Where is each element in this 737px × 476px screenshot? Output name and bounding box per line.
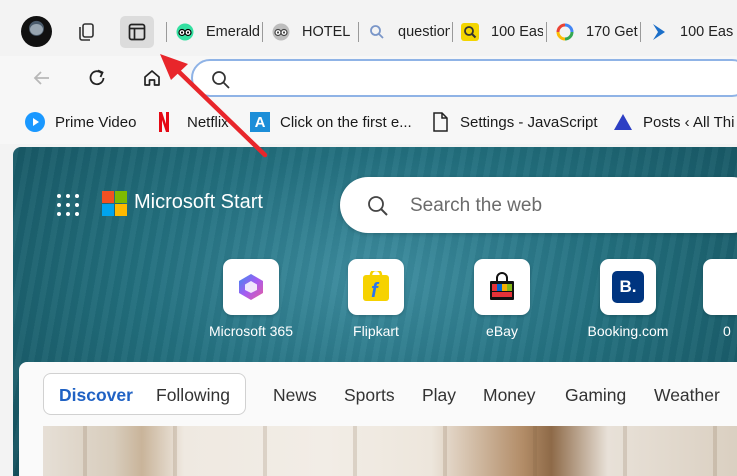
home-icon	[144, 70, 160, 86]
triangle-logo-icon	[613, 112, 633, 132]
microsoft-365-icon	[223, 259, 279, 315]
favorite-label: Posts ‹ All Thi	[643, 113, 735, 131]
flipkart-icon: f	[348, 259, 404, 315]
search-icon	[212, 71, 230, 89]
tab-1[interactable]: HOTEL	[272, 18, 356, 46]
document-icon	[430, 112, 450, 132]
ebay-bag-icon	[474, 259, 530, 315]
favorite-label: Prime Video	[55, 113, 137, 131]
tab-title: Emerald	[206, 24, 260, 40]
quick-link-label: Flipkart	[353, 323, 399, 339]
yellow-search-icon	[461, 23, 479, 41]
quick-link-label: Booking.com	[587, 323, 669, 339]
search-placeholder: Search the web	[410, 195, 543, 216]
tab-separator	[546, 22, 547, 42]
quick-link-flipkart[interactable]: f Flipkart	[326, 259, 426, 339]
vertical-tabs-button[interactable]	[120, 16, 154, 48]
tab-title: 170 Get	[586, 24, 638, 40]
tab-following[interactable]: Following	[156, 385, 230, 406]
favorite-settings-javascript[interactable]: Settings - JavaScript	[430, 111, 598, 133]
tripadvisor-owl-icon	[272, 23, 290, 41]
apps-launcher-icon[interactable]	[57, 194, 79, 216]
web-search-box[interactable]: Search the web	[340, 177, 737, 233]
blue-arrow-icon	[650, 23, 668, 41]
home-button[interactable]	[135, 62, 169, 94]
tab-3[interactable]: 100 Eas	[461, 18, 543, 46]
tab-separator	[452, 22, 453, 42]
favorites-bar: Prime Video Netflix A Click on the first…	[0, 100, 737, 144]
netflix-icon	[157, 112, 171, 132]
tab-strip: Emerald HOTEL question 100 Eas 170 Get 1…	[0, 0, 737, 56]
quick-link-ebay[interactable]: eBay	[452, 259, 552, 339]
tab-title: question	[398, 24, 450, 40]
tab-separator	[166, 22, 167, 42]
vertical-tabs-icon	[128, 23, 146, 41]
quick-link-booking[interactable]: B. Booking.com	[578, 259, 678, 339]
quick-link-label: Microsoft 365	[208, 323, 294, 339]
profile-avatar[interactable]	[21, 16, 52, 47]
search-icon	[368, 196, 388, 216]
favorite-label: Netflix	[187, 113, 229, 131]
workspaces-button[interactable]	[69, 16, 103, 48]
feed-card-image[interactable]	[43, 426, 737, 476]
quick-link-label: 0	[723, 323, 731, 339]
back-button[interactable]	[25, 62, 59, 94]
favorite-posts[interactable]: Posts ‹ All Thi	[613, 111, 734, 133]
navigation-bar	[0, 56, 737, 100]
tab-play[interactable]: Play	[422, 385, 456, 406]
tab-sports[interactable]: Sports	[344, 385, 395, 406]
favorite-label: Click on the first e...	[280, 113, 412, 131]
address-bar[interactable]	[191, 59, 737, 97]
favorite-click-on-first[interactable]: A Click on the first e...	[250, 111, 412, 133]
tab-separator	[640, 22, 641, 42]
tab-title: 100 Eas	[680, 24, 734, 40]
address-input[interactable]	[233, 67, 713, 89]
favorite-prime-video[interactable]: Prime Video	[25, 111, 136, 133]
tab-title: HOTEL	[302, 24, 351, 40]
refresh-button[interactable]	[80, 62, 114, 94]
brand-title: Microsoft Start	[134, 191, 263, 213]
tripadvisor-owl-icon	[176, 23, 194, 41]
feed-tab-bar: Discover Following News Sports Play Mone…	[19, 362, 737, 426]
back-arrow-icon	[33, 71, 49, 85]
refresh-icon	[89, 69, 105, 86]
prime-video-icon	[25, 112, 45, 132]
quick-link-microsoft-365[interactable]: Microsoft 365	[201, 259, 301, 339]
booking-icon: B.	[600, 259, 656, 315]
start-page: Microsoft Start Search the web Microsoft…	[13, 147, 737, 476]
tab-gaming[interactable]: Gaming	[565, 385, 626, 406]
tab-separator	[262, 22, 263, 42]
workspaces-icon	[79, 23, 94, 41]
favorite-label: Settings - JavaScript	[460, 113, 598, 131]
search-icon	[368, 23, 386, 41]
tab-money[interactable]: Money	[483, 385, 536, 406]
partial-icon	[703, 259, 737, 315]
tab-weather[interactable]: Weather	[654, 385, 720, 406]
tab-separator	[358, 22, 359, 42]
tab-news[interactable]: News	[273, 385, 317, 406]
quick-link-label: eBay	[486, 323, 518, 339]
google-loading-icon	[556, 23, 574, 41]
tab-4[interactable]: 170 Get	[556, 18, 638, 46]
quick-link-partial[interactable]: 0	[703, 259, 737, 339]
tab-discover[interactable]: Discover	[59, 385, 133, 406]
microsoft-logo-icon	[102, 191, 127, 216]
favorite-netflix[interactable]: Netflix	[157, 111, 229, 133]
news-feed: Discover Following News Sports Play Mone…	[19, 362, 737, 476]
tab-0[interactable]: Emerald	[176, 18, 260, 46]
tab-title: 100 Eas	[491, 24, 543, 40]
tab-5[interactable]: 100 Eas	[650, 18, 737, 46]
tab-2[interactable]: question	[368, 18, 450, 46]
a-logo-icon: A	[250, 112, 270, 132]
